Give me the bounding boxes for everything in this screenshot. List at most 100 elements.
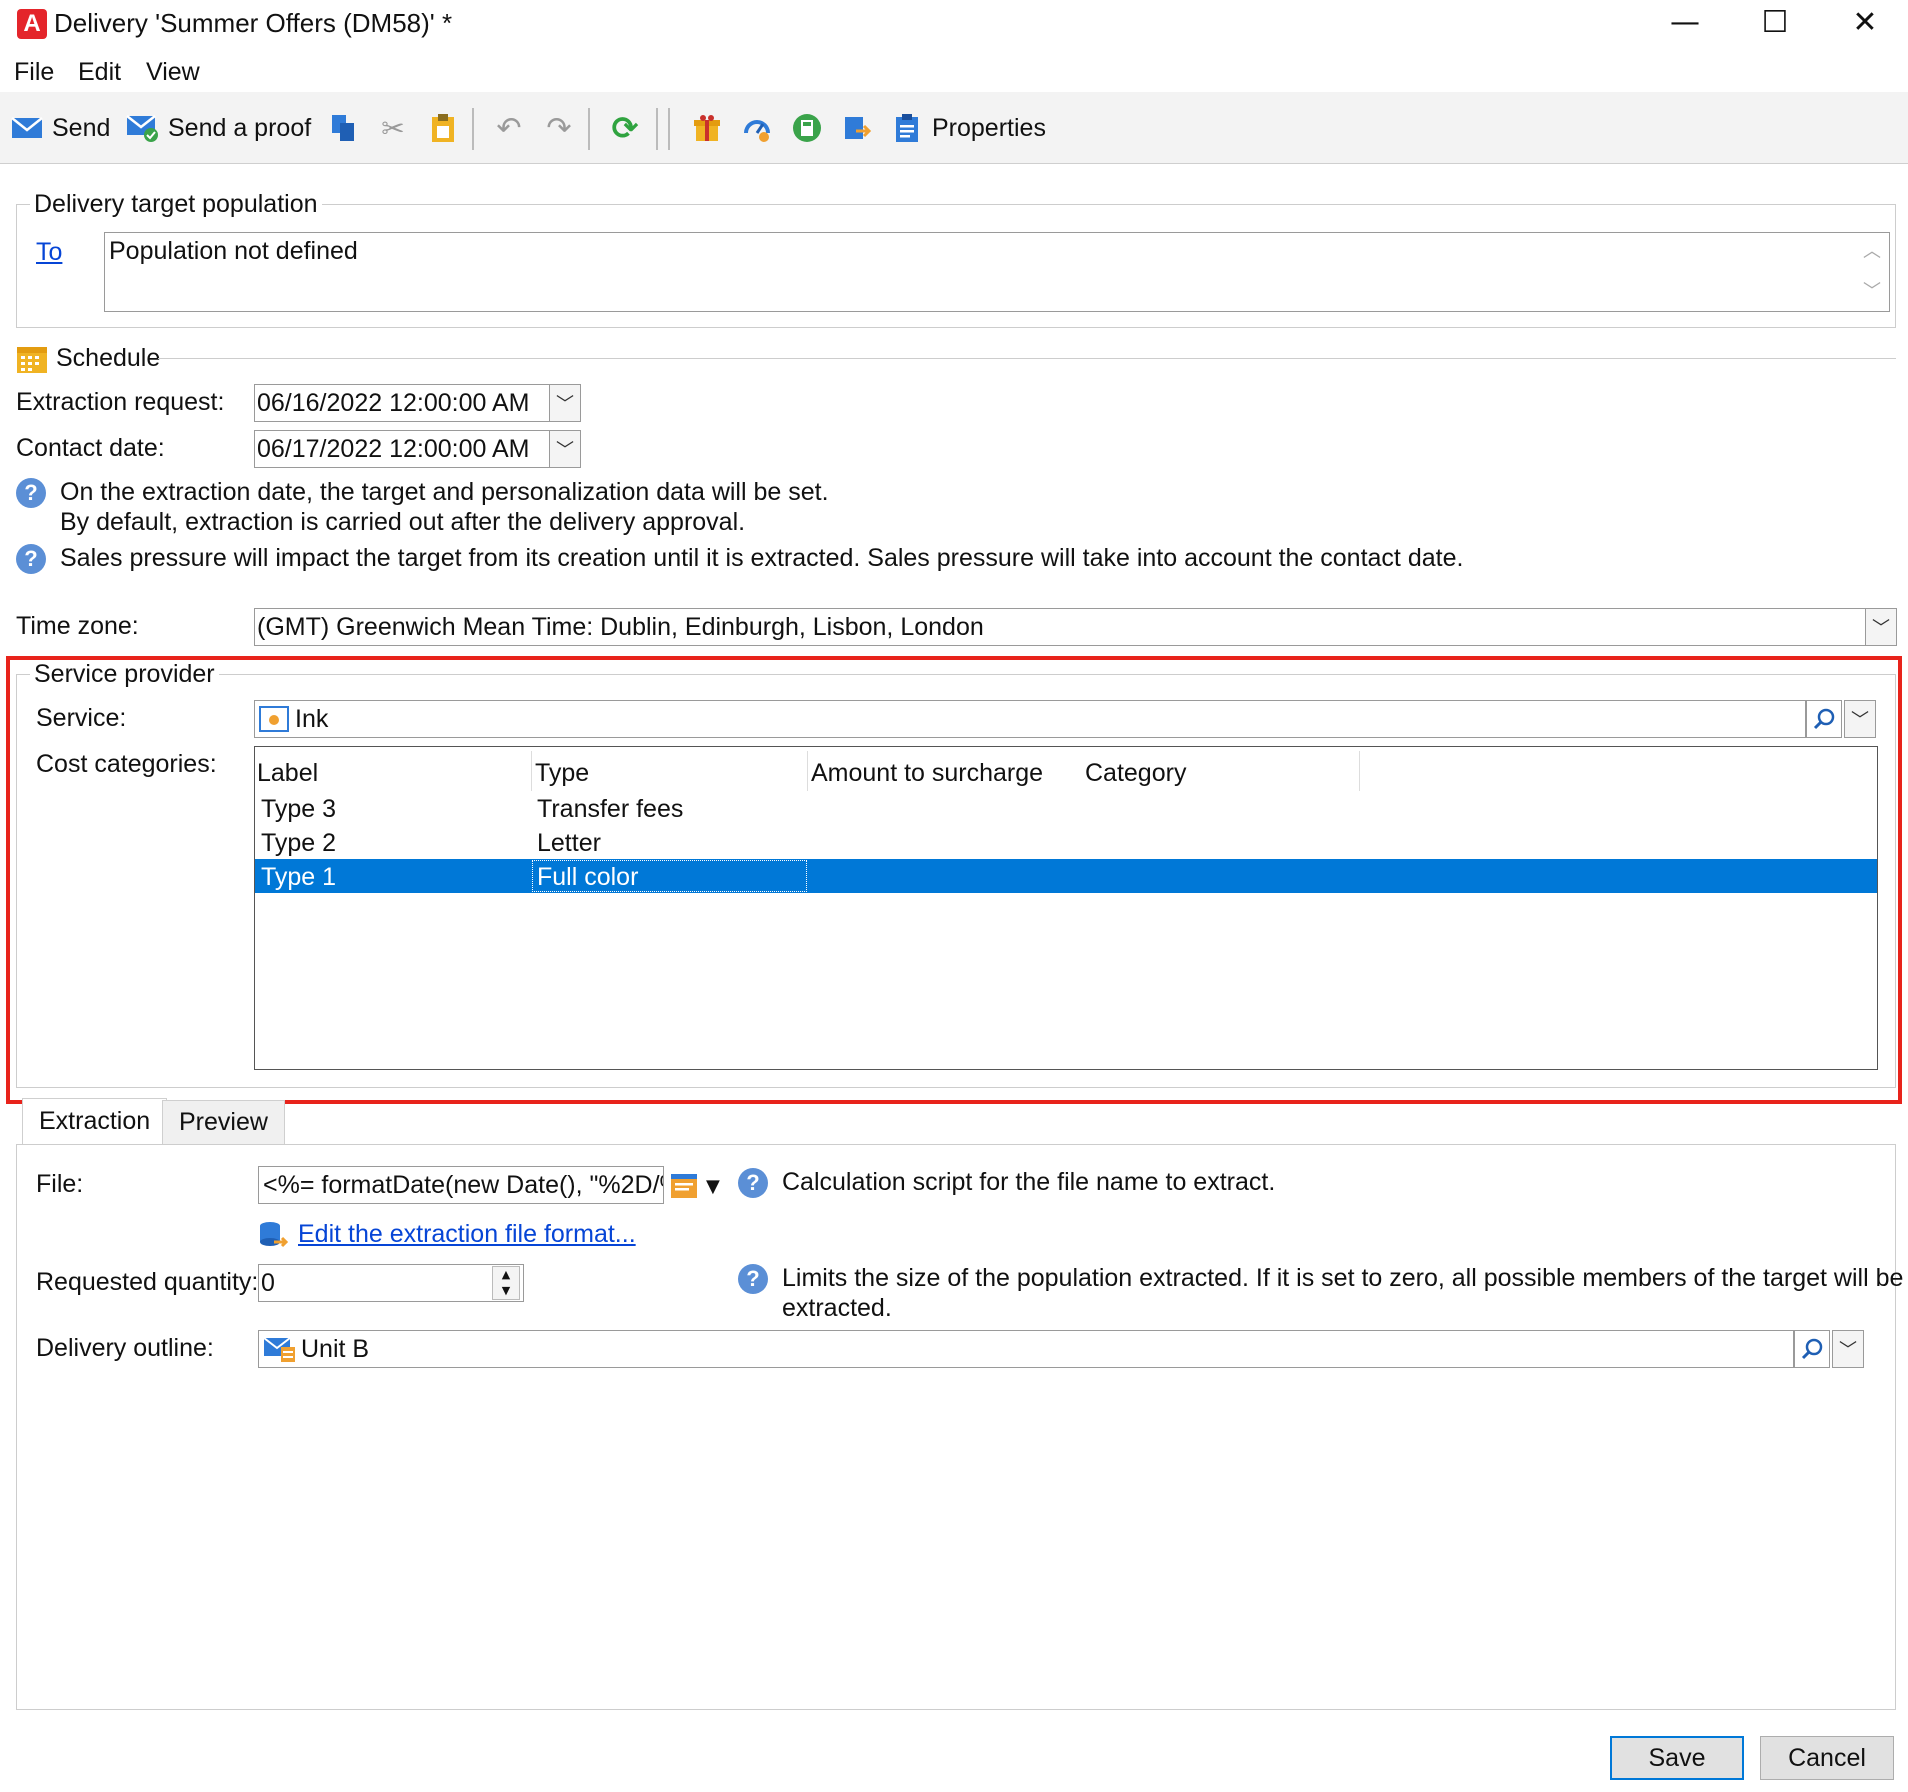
extraction-date-dropdown[interactable]: ﹀ xyxy=(549,384,581,422)
undo-icon: ↶ xyxy=(496,110,522,146)
properties-button[interactable]: Properties xyxy=(890,110,1046,146)
requested-quantity-label: Requested quantity: xyxy=(36,1268,259,1296)
schedule-divider xyxy=(158,358,1896,359)
toolbar-separator xyxy=(588,108,590,150)
script-editor-button[interactable] xyxy=(670,1172,700,1207)
tab-extraction[interactable]: Extraction xyxy=(22,1098,168,1144)
spin-up-icon[interactable]: ▲ xyxy=(493,1267,519,1283)
file-label: File: xyxy=(36,1170,84,1198)
quantity-help-line2: extracted. xyxy=(782,1294,892,1322)
spin-down-icon[interactable]: ▼ xyxy=(493,1283,519,1299)
time-zone-label: Time zone: xyxy=(16,612,139,640)
offers-button[interactable] xyxy=(690,110,724,146)
cancel-button[interactable]: Cancel xyxy=(1760,1736,1894,1780)
help-icon: ? xyxy=(738,1264,768,1294)
toolbar-separator xyxy=(656,108,658,150)
tab-preview-label: Preview xyxy=(179,1108,268,1136)
cut-button[interactable]: ✂ xyxy=(376,110,410,146)
sales-pressure-info: Sales pressure will impact the target fr… xyxy=(60,544,1464,572)
send-button[interactable]: Send xyxy=(10,110,110,146)
population-text: Population not defined xyxy=(109,237,358,265)
tab-preview[interactable]: Preview xyxy=(162,1100,285,1144)
requested-quantity-field[interactable]: 0 xyxy=(258,1264,524,1302)
time-zone-value: (GMT) Greenwich Mean Time: Dublin, Edinb… xyxy=(257,612,984,641)
to-link[interactable]: To xyxy=(36,238,62,267)
highlight-frame xyxy=(6,656,1902,1104)
paste-button[interactable] xyxy=(426,110,460,146)
extraction-request-value: 06/16/2022 12:00:00 AM xyxy=(257,388,530,417)
population-textarea[interactable]: Population not defined ︿ ﹀ xyxy=(104,232,1890,312)
document-arrow-icon xyxy=(840,113,874,143)
minimize-button[interactable]: — xyxy=(1640,0,1730,48)
file-dropdown-arrow-icon[interactable]: ▼ xyxy=(706,1176,720,1197)
target-population-title: Delivery target population xyxy=(30,190,322,219)
save-button[interactable]: Save xyxy=(1610,1736,1744,1780)
validation-button[interactable] xyxy=(840,110,874,146)
close-button[interactable]: ✕ xyxy=(1820,0,1908,48)
edit-extraction-format-link[interactable]: Edit the extraction file format... xyxy=(298,1220,636,1249)
envelope-check-icon xyxy=(126,113,160,143)
adobe-logo-icon: A xyxy=(17,9,47,39)
database-edit-icon xyxy=(258,1220,289,1257)
file-value: <%= formatDate(new Date(), "%2D/% xyxy=(263,1170,664,1199)
properties-label: Properties xyxy=(932,113,1046,142)
tab-extraction-label: Extraction xyxy=(39,1107,151,1135)
extraction-info-line2: By default, extraction is carried out af… xyxy=(60,508,746,536)
delivery-outline-value: Unit B xyxy=(301,1334,370,1363)
time-zone-dropdown[interactable]: ﹀ xyxy=(1865,608,1897,646)
delivery-outline-field[interactable]: Unit B xyxy=(258,1330,1794,1368)
schedule-title: Schedule xyxy=(56,344,161,372)
send-proof-label: Send a proof xyxy=(168,113,312,142)
clipboard-paste-icon xyxy=(426,113,460,143)
title-bar: A Delivery 'Summer Offers (DM58)' * — ☐ … xyxy=(0,0,1908,48)
toolbar-separator xyxy=(472,108,474,150)
cancel-label: Cancel xyxy=(1788,1743,1866,1772)
delivery-outline-label: Delivery outline: xyxy=(36,1334,214,1362)
search-icon xyxy=(1801,1338,1823,1360)
save-label: Save xyxy=(1648,1743,1706,1772)
clipboard-list-icon xyxy=(890,113,924,143)
redo-button[interactable]: ↷ xyxy=(542,110,576,146)
send-proof-button[interactable]: Send a proof xyxy=(126,110,311,146)
quantity-help-line1: Limits the size of the population extrac… xyxy=(782,1264,1904,1292)
time-zone-field[interactable]: (GMT) Greenwich Mean Time: Dublin, Edinb… xyxy=(254,608,1866,646)
scroll-up-icon[interactable]: ︿ xyxy=(1863,237,1881,263)
contact-date-label: Contact date: xyxy=(16,434,165,462)
menu-view[interactable]: View xyxy=(146,58,200,87)
copy-icon xyxy=(326,113,360,143)
copy-button[interactable] xyxy=(326,110,360,146)
menu-file[interactable]: File xyxy=(14,58,54,87)
scissors-icon: ✂ xyxy=(381,111,405,145)
outline-envelope-icon xyxy=(263,1335,297,1363)
outline-dropdown[interactable]: ﹀ xyxy=(1832,1330,1864,1368)
toolbar-separator xyxy=(668,108,670,150)
undo-button[interactable]: ↶ xyxy=(492,110,526,146)
toolbar: Send Send a proof ✂ ↶ ↷ ⟳ Properties xyxy=(0,92,1908,164)
gift-icon xyxy=(690,113,724,143)
file-field[interactable]: <%= formatDate(new Date(), "%2D/% xyxy=(258,1166,664,1204)
gauge-icon xyxy=(740,113,774,143)
extraction-request-field[interactable]: 06/16/2022 12:00:00 AM xyxy=(254,384,550,422)
refresh-icon: ⟳ xyxy=(611,109,639,147)
chevron-down-icon: ﹀ xyxy=(556,394,574,415)
file-help-text: Calculation script for the file name to … xyxy=(782,1168,1276,1196)
script-icon xyxy=(671,1174,697,1198)
contact-date-field[interactable]: 06/17/2022 12:00:00 AM xyxy=(254,430,550,468)
window-title: Delivery 'Summer Offers (DM58)' * xyxy=(54,8,453,38)
menu-edit[interactable]: Edit xyxy=(78,58,121,87)
refresh-button[interactable]: ⟳ xyxy=(608,109,642,147)
scroll-down-icon[interactable]: ﹀ xyxy=(1863,277,1881,303)
requested-quantity-value: 0 xyxy=(261,1268,275,1297)
extraction-info-line1: On the extraction date, the target and p… xyxy=(60,478,829,506)
extraction-request-label: Extraction request: xyxy=(16,388,225,416)
help-icon: ? xyxy=(16,478,46,508)
chevron-down-icon: ﹀ xyxy=(1872,618,1890,639)
budget-button[interactable] xyxy=(790,110,824,146)
outline-search-button[interactable] xyxy=(1794,1330,1830,1368)
tracking-button[interactable] xyxy=(740,110,774,146)
redo-icon: ↷ xyxy=(546,110,572,146)
quantity-stepper[interactable]: ▲ ▼ xyxy=(492,1266,520,1300)
maximize-button[interactable]: ☐ xyxy=(1730,0,1820,48)
contact-date-dropdown[interactable]: ﹀ xyxy=(549,430,581,468)
chevron-down-icon: ﹀ xyxy=(556,440,574,461)
